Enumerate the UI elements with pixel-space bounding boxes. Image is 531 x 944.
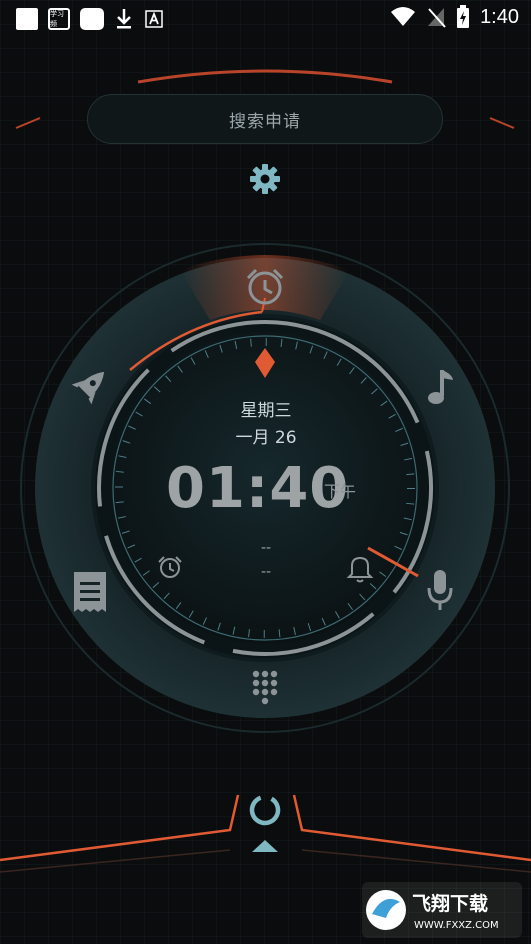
date-block: 星期三 一月 26 — [186, 396, 346, 448]
no-signal-icon — [428, 8, 446, 28]
download-icon — [117, 9, 131, 29]
notes-icon[interactable] — [74, 572, 106, 612]
ampm-label: 下午 — [324, 482, 357, 501]
watermark-url: WWW.FXXZ.COM — [414, 920, 499, 931]
calendar-app-label: 学习频 — [50, 10, 64, 28]
power-ring-icon — [249, 794, 281, 826]
app-drawer-button[interactable] — [245, 790, 285, 854]
wifi-icon — [391, 7, 416, 26]
clock-time[interactable]: 01:40 — [166, 456, 349, 521]
calendar-app-icon: 学习频 — [48, 8, 70, 30]
search-apps-label: 搜索申请 — [229, 111, 301, 132]
search-apps-bar[interactable]: 搜索申请 — [87, 94, 443, 144]
status-bar: 学习频 1:40 — [0, 0, 531, 36]
system-icons: 1:40 — [390, 5, 519, 29]
watermark-text: 飞翔下载 — [412, 892, 488, 915]
watermark-logo: 飞翔下载 WWW.FXXZ.COM — [362, 882, 522, 938]
weekday-label: 星期三 — [240, 401, 292, 421]
next-alarm-line2: -- — [260, 564, 272, 580]
notification-square-icon — [16, 8, 38, 30]
status-time: 1:40 — [480, 5, 519, 28]
next-alarm-line1: -- — [260, 540, 272, 556]
date-label: 一月 26 — [235, 428, 297, 448]
up-arrow-icon — [252, 840, 278, 852]
battery-charging-icon — [457, 5, 470, 28]
settings-gear-icon[interactable] — [249, 163, 281, 195]
notification-rounded-icon — [80, 8, 104, 30]
notification-icons: 学习频 — [16, 7, 164, 31]
font-a-icon — [145, 10, 163, 28]
